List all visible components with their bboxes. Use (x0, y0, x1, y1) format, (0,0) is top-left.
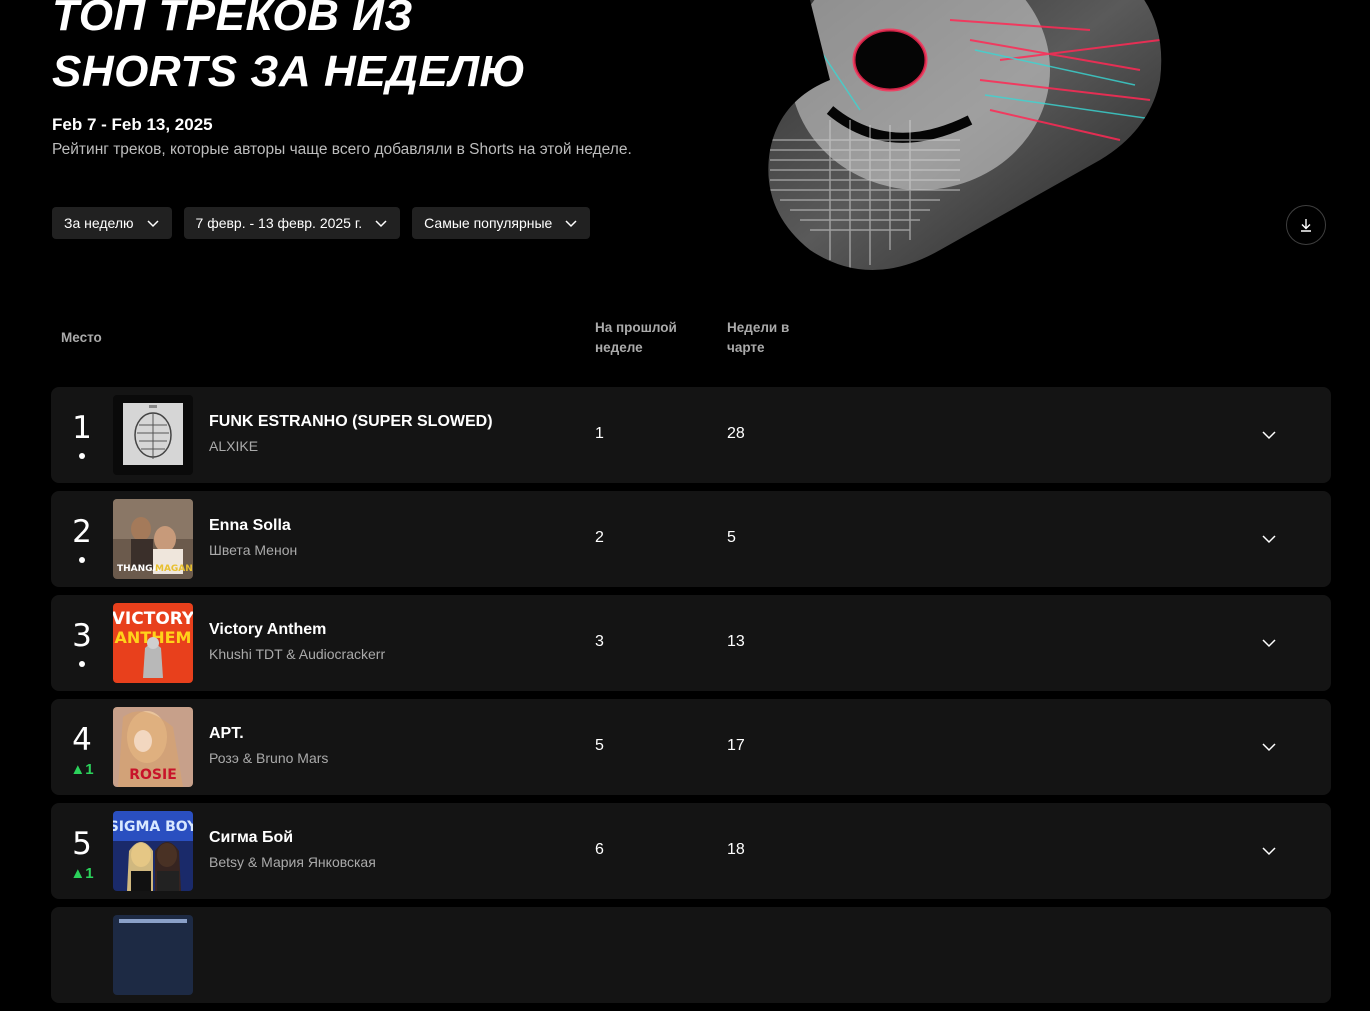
chart-description: Рейтинг треков, которые авторы чаще всег… (52, 141, 632, 158)
chevron-down-icon (565, 220, 577, 228)
cover-text: MAGAN (155, 564, 193, 574)
album-cover: VICTORY ANTHEM (113, 603, 193, 683)
album-cover: SIGMA BOY (113, 811, 193, 891)
download-button[interactable] (1286, 205, 1326, 245)
weeks-on-chart: 5 (727, 529, 736, 546)
expand-row-button[interactable] (1255, 633, 1283, 653)
filter-bar: За неделю 7 февр. - 13 февр. 2025 г. Сам… (52, 207, 591, 239)
table-row[interactable]: 2 THANGA MAGAN Enna Solla Швета Менон 2 … (51, 491, 1331, 587)
expand-row-button[interactable] (1255, 529, 1283, 549)
album-cover (113, 915, 193, 995)
sort-dropdown[interactable]: Самые популярные (412, 207, 591, 239)
album-cover (113, 395, 193, 475)
track-artist[interactable]: Betsy & Мария Янковская (209, 854, 376, 870)
chevron-down-icon (1262, 431, 1276, 440)
track-artist[interactable]: Швета Менон (209, 542, 297, 558)
rank-unchanged-indicator (51, 449, 113, 467)
track-title[interactable]: FUNK ESTRANHO (SUPER SLOWED) (209, 413, 493, 431)
date-dropdown-label: 7 февр. - 13 февр. 2025 г. (195, 215, 363, 231)
page-title-line-1: ТОП ТРЕКОВ ИЗ (52, 0, 414, 40)
column-header-last-week-line-1: На прошлой (595, 320, 677, 335)
rank-unchanged-indicator (51, 553, 113, 571)
track-artist[interactable]: ALXIKE (209, 438, 258, 454)
weeks-on-chart: 17 (727, 737, 745, 754)
weeks-on-chart: 13 (727, 633, 745, 650)
cover-text: SIGMA BOY (113, 819, 193, 835)
page-title: ТОП ТРЕКОВ ИЗ SHORTS ЗА НЕДЕЛЮ (52, 0, 526, 100)
table-row[interactable]: 5 ▲1 SIGMA BOY Сигма Бой Betsy & Мария Я… (51, 803, 1331, 899)
track-artist[interactable]: Khushi TDT & Audiocrackerr (209, 646, 385, 662)
rank-number: 1 (72, 410, 92, 446)
weeks-on-chart: 28 (727, 425, 745, 442)
column-header-last-week-line-2: неделе (595, 340, 643, 355)
period-dropdown-label: За неделю (64, 215, 134, 231)
last-week-rank: 5 (595, 737, 604, 754)
album-cover: THANGA MAGAN (113, 499, 193, 579)
weeks-on-chart: 18 (727, 841, 745, 858)
chart-date-range: Feb 7 - Feb 13, 2025 (52, 115, 213, 134)
column-header-weeks-line-1: Недели в (727, 320, 790, 335)
track-title[interactable]: APT. (209, 725, 244, 743)
chevron-down-icon (1262, 535, 1276, 544)
column-header-rank: Место (61, 330, 102, 345)
hero-artwork (768, 0, 1162, 270)
rank-number: 2 (72, 514, 92, 550)
last-week-rank: 2 (595, 529, 604, 546)
column-header-last-week: На прошлой неделе (595, 318, 677, 358)
chevron-down-icon (375, 220, 387, 228)
table-row[interactable]: 4 ▲1 ROSIE APT. Розэ & Bruno Mars 5 17 (51, 699, 1331, 795)
album-cover: ROSIE (113, 707, 193, 787)
chevron-down-icon (146, 220, 159, 228)
date-dropdown[interactable]: 7 февр. - 13 февр. 2025 г. (183, 207, 401, 239)
table-row[interactable] (51, 907, 1331, 1003)
rank-number: 3 (72, 618, 92, 654)
cover-text: THANGA (117, 564, 160, 574)
expand-row-button[interactable] (1255, 841, 1283, 861)
rank-number: 4 (72, 722, 92, 758)
last-week-rank: 6 (595, 841, 604, 858)
chevron-down-icon (1262, 639, 1276, 648)
rank-unchanged-indicator (51, 657, 113, 675)
track-title[interactable]: Enna Solla (209, 517, 291, 535)
sort-dropdown-label: Самые популярные (424, 215, 553, 231)
column-header-weeks-line-2: чарте (727, 340, 765, 355)
download-icon (1301, 219, 1311, 232)
rank-number: 5 (72, 826, 92, 862)
chart-table: 1 FUNK ESTRANHO (SUPER SLOWED) ALXIKE 1 … (51, 387, 1331, 1011)
page-title-line-2: SHORTS ЗА НЕДЕЛЮ (52, 47, 526, 96)
rank-change-up: ▲1 (70, 761, 94, 778)
table-row[interactable]: 3 VICTORY ANTHEM Victory Anthem Khushi T… (51, 595, 1331, 691)
chevron-down-icon (1262, 743, 1276, 752)
column-header-weeks: Недели в чарте (727, 318, 789, 358)
period-dropdown[interactable]: За неделю (52, 207, 172, 239)
cover-text: ROSIE (129, 767, 177, 783)
chevron-down-icon (1262, 847, 1276, 856)
track-title[interactable]: Сигма Бой (209, 829, 293, 847)
last-week-rank: 3 (595, 633, 604, 650)
table-row[interactable]: 1 FUNK ESTRANHO (SUPER SLOWED) ALXIKE 1 … (51, 387, 1331, 483)
last-week-rank: 1 (595, 425, 604, 442)
expand-row-button[interactable] (1255, 737, 1283, 757)
cover-text: VICTORY (113, 609, 193, 629)
track-artist[interactable]: Розэ & Bruno Mars (209, 750, 328, 766)
expand-row-button[interactable] (1255, 425, 1283, 445)
rank-change-up: ▲1 (70, 865, 94, 882)
track-title[interactable]: Victory Anthem (209, 621, 326, 639)
